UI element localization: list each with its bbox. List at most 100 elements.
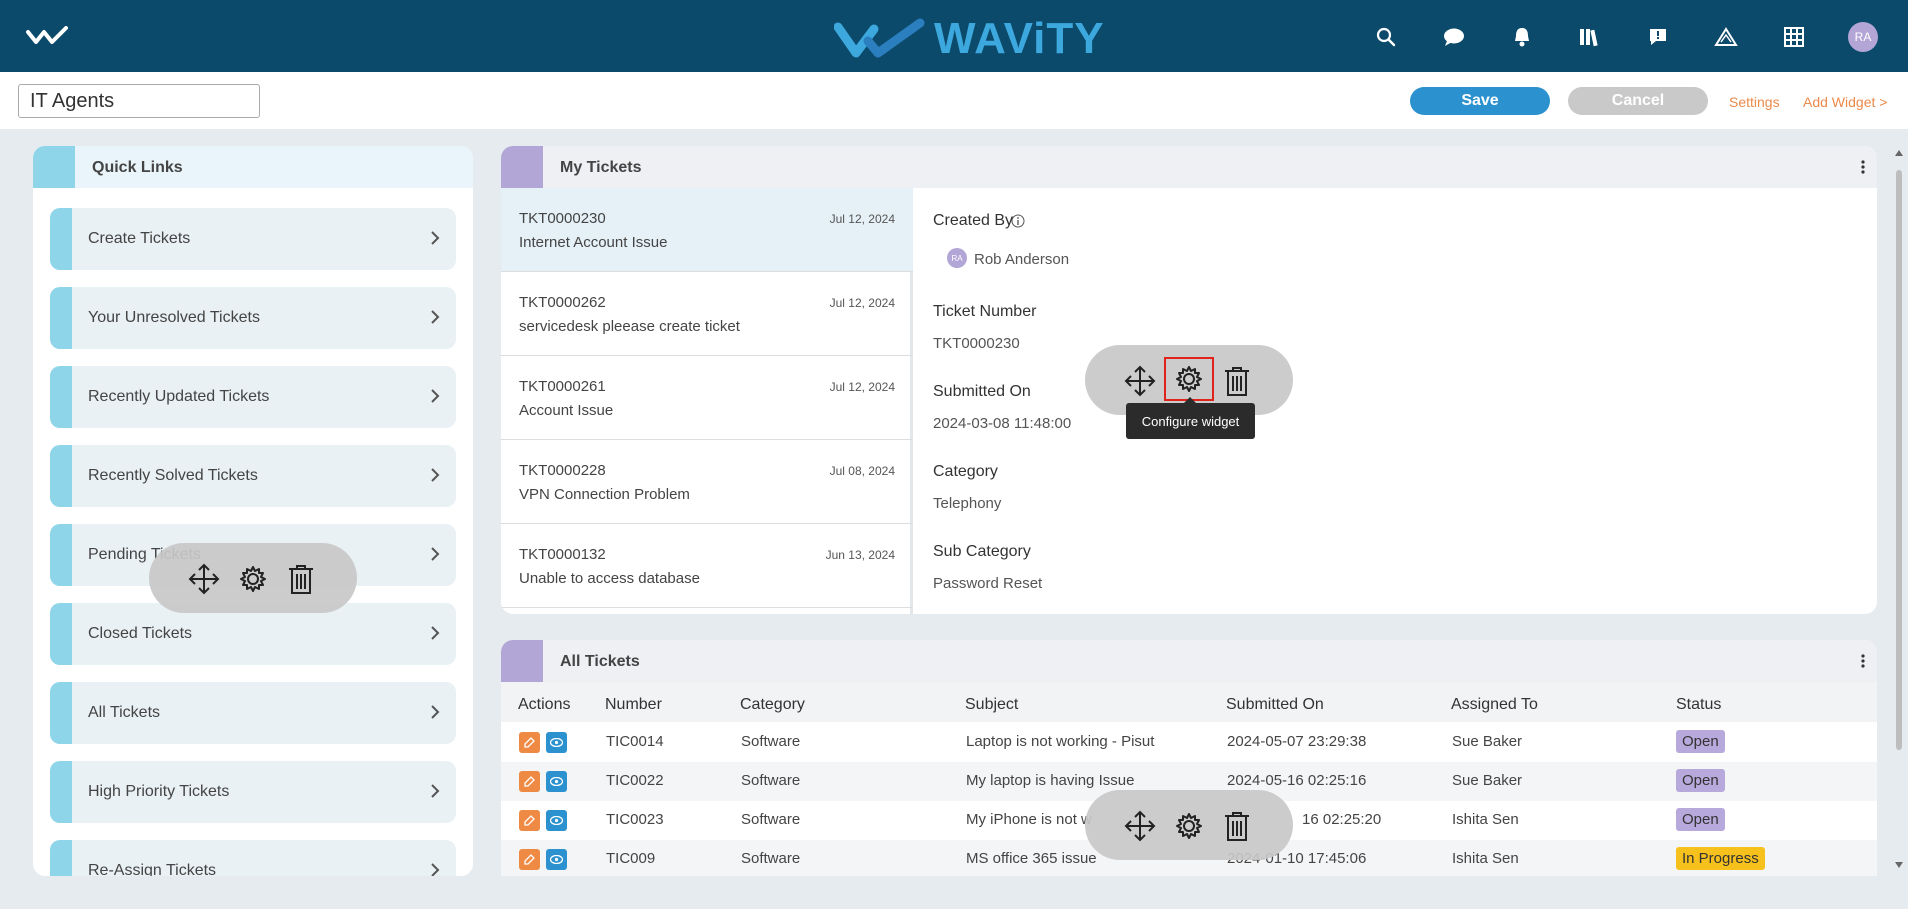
settings-link[interactable]: Settings — [1729, 94, 1780, 110]
ticket-subject: Laptop is not working - Pisut — [966, 733, 1155, 750]
view-eye-icon[interactable] — [546, 732, 567, 753]
feedback-icon[interactable] — [1644, 23, 1672, 51]
created-by-value: Rob Anderson — [974, 251, 1070, 268]
add-widget-link[interactable]: Add Widget > — [1803, 94, 1887, 110]
scroll-down-icon[interactable] — [1895, 862, 1903, 868]
ticket-number-value: TKT0000230 — [933, 335, 1020, 352]
search-icon[interactable] — [1372, 23, 1400, 51]
gear-icon[interactable] — [1172, 809, 1206, 843]
view-eye-icon[interactable] — [546, 810, 567, 831]
chevron-right-icon — [431, 705, 440, 719]
column-header[interactable]: Number — [605, 696, 662, 714]
info-icon[interactable] — [1011, 214, 1025, 228]
ticket-assignee: Ishita Sen — [1452, 811, 1519, 828]
ticket-list-item[interactable]: TKT0000262 Jul 12, 2024 servicedesk plee… — [501, 272, 913, 356]
trash-icon[interactable] — [284, 562, 318, 596]
ticket-category: Software — [741, 733, 801, 750]
edit-icon[interactable] — [519, 849, 540, 870]
quick-link-recently-solved[interactable]: Recently Solved Tickets — [50, 445, 456, 507]
column-header[interactable]: Category — [740, 696, 805, 714]
column-header[interactable]: Assigned To — [1451, 696, 1538, 714]
column-header[interactable]: Actions — [518, 696, 570, 714]
column-header[interactable]: Status — [1676, 696, 1721, 714]
user-avatar[interactable]: RA — [1848, 22, 1878, 52]
ticket-number-label: Ticket Number — [933, 303, 1037, 320]
quick-links-title: Quick Links — [92, 159, 183, 176]
ticket-date: Jul 12, 2024 — [829, 380, 895, 394]
column-header[interactable]: Submitted On — [1226, 696, 1324, 714]
kebab-menu-icon[interactable] — [1861, 654, 1865, 668]
chevron-right-icon — [431, 863, 440, 876]
quick-link-label: Recently Solved Tickets — [88, 467, 258, 484]
brand-logo: WAViTY — [834, 14, 1105, 64]
trash-icon[interactable] — [1220, 364, 1254, 398]
cancel-button[interactable]: Cancel — [1568, 87, 1708, 115]
quick-link-reassign-tickets[interactable]: Re-Assign Tickets — [50, 840, 456, 876]
status-badge: Open — [1676, 730, 1725, 753]
move-icon[interactable] — [1123, 809, 1157, 843]
edit-icon[interactable] — [519, 732, 540, 753]
ticket-date: Jul 12, 2024 — [829, 212, 895, 226]
chevron-right-icon — [431, 231, 440, 245]
ticket-date: Jul 08, 2024 — [829, 464, 895, 478]
widget-toolbar-all-tickets — [1085, 790, 1293, 860]
ticket-subject: VPN Connection Problem — [519, 486, 690, 503]
ticket-category: Software — [741, 811, 801, 828]
edit-icon[interactable] — [519, 771, 540, 792]
submitted-on-value: 2024-03-08 11:48:00 — [933, 415, 1072, 432]
ticket-assignee: Sue Baker — [1452, 733, 1523, 750]
configure-widget-gear-icon[interactable] — [1164, 357, 1214, 401]
ticket-number[interactable]: TIC0023 — [606, 811, 664, 828]
quick-link-create-tickets[interactable]: Create Tickets — [50, 208, 456, 270]
quick-link-unresolved-tickets[interactable]: Your Unresolved Tickets — [50, 287, 456, 349]
ticket-list-item[interactable]: TKT0000230 Jul 12, 2024 Internet Account… — [501, 188, 913, 272]
ticket-number[interactable]: TIC0022 — [606, 772, 664, 789]
page-name-input[interactable]: IT Agents — [18, 84, 260, 118]
category-label: Category — [933, 463, 998, 480]
grid-icon[interactable] — [1780, 23, 1808, 51]
chevron-right-icon — [431, 468, 440, 482]
move-icon[interactable] — [187, 562, 221, 596]
app-logo-icon[interactable] — [26, 26, 70, 51]
ticket-list-item[interactable]: TKT0000228 Jul 08, 2024 VPN Connection P… — [501, 440, 913, 524]
ticket-category: Software — [741, 850, 801, 867]
gear-icon[interactable] — [236, 562, 270, 596]
scrollbar-thumb[interactable] — [1896, 170, 1902, 750]
ticket-number[interactable]: TIC009 — [606, 850, 655, 867]
quick-link-high-priority[interactable]: High Priority Tickets — [50, 761, 456, 823]
my-tickets-title: My Tickets — [560, 159, 642, 176]
column-header[interactable]: Subject — [965, 696, 1018, 714]
all-tickets-header: All Tickets — [501, 640, 1877, 682]
quick-link-label: Closed Tickets — [88, 625, 193, 642]
alert-triangle-icon[interactable] — [1712, 23, 1740, 51]
chevron-right-icon — [431, 626, 440, 640]
library-icon[interactable] — [1576, 23, 1604, 51]
chat-icon[interactable] — [1440, 23, 1468, 51]
kebab-menu-icon[interactable] — [1861, 160, 1865, 174]
save-button[interactable]: Save — [1410, 87, 1550, 115]
my-tickets-header: My Tickets — [501, 146, 1877, 188]
bell-icon[interactable] — [1508, 23, 1536, 51]
trash-icon[interactable] — [1220, 809, 1254, 843]
ticket-subject: Unable to access database — [519, 570, 700, 587]
chevron-right-icon — [431, 389, 440, 403]
ticket-date: Jul 12, 2024 — [829, 296, 895, 310]
ticket-subject: MS office 365 issue — [966, 850, 1097, 867]
edit-icon[interactable] — [519, 810, 540, 831]
ticket-list-item[interactable]: TKT0000261 Jul 12, 2024 Account Issue — [501, 356, 913, 440]
ticket-date: Jun 13, 2024 — [825, 548, 895, 562]
ticket-category: Software — [741, 772, 801, 789]
move-icon[interactable] — [1123, 364, 1157, 398]
quick-link-all-tickets[interactable]: All Tickets — [50, 682, 456, 744]
ticket-list-item[interactable]: TKT0000132 Jun 13, 2024 Unable to access… — [501, 524, 913, 608]
configure-widget-tooltip: Configure widget — [1126, 397, 1255, 439]
view-eye-icon[interactable] — [546, 849, 567, 870]
scroll-up-icon[interactable] — [1895, 150, 1903, 156]
ticket-number[interactable]: TIC0014 — [606, 733, 664, 750]
ticket-subject: Account Issue — [519, 402, 614, 419]
quick-link-recently-updated[interactable]: Recently Updated Tickets — [50, 366, 456, 428]
ticket-assignee: Sue Baker — [1452, 772, 1523, 789]
page-scrollbar[interactable] — [1893, 146, 1905, 876]
ticket-submitted: 2024-05-16 02:25:16 — [1227, 772, 1367, 789]
view-eye-icon[interactable] — [546, 771, 567, 792]
